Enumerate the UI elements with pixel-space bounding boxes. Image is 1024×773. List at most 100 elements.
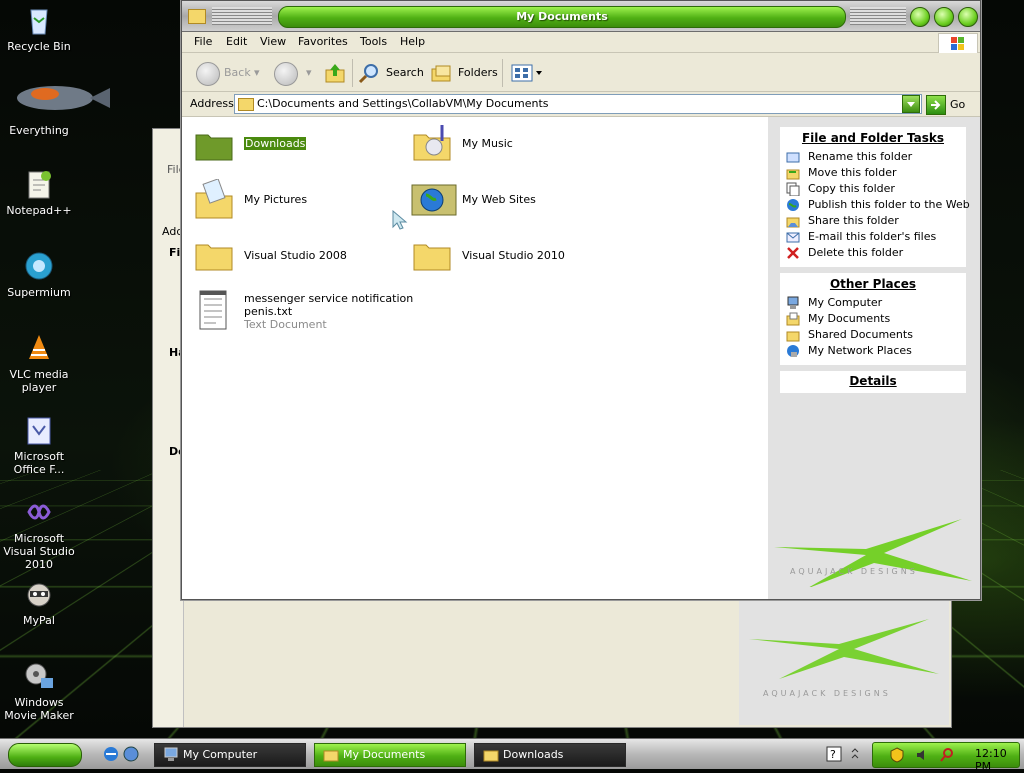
file-item-visual-studio-2008[interactable]: Visual Studio 2008 xyxy=(194,237,394,277)
folder-icon xyxy=(195,244,233,271)
maximize-button[interactable] xyxy=(934,7,954,27)
address-path: C:\Documents and Settings\CollabVM\My Do… xyxy=(257,97,549,110)
rename-icon xyxy=(786,152,800,163)
email-icon xyxy=(786,232,800,243)
clock: 12:10 PM xyxy=(975,747,1007,773)
file-item-visual-studio-2010[interactable]: Visual Studio 2010 xyxy=(412,237,612,277)
start-button[interactable] xyxy=(8,743,82,767)
desktop-icon-notepad-plus-plus[interactable]: Notepad++ xyxy=(0,168,78,217)
desktop-icon-label: Windows Movie Maker xyxy=(4,696,74,722)
go-label: Go xyxy=(950,98,966,111)
file-list: Downloads My Music My Pictures My Web Si… xyxy=(182,117,768,599)
network-globe-icon xyxy=(787,345,799,357)
help-icon[interactable]: ? xyxy=(826,746,842,762)
vlc-cone-icon xyxy=(23,332,55,364)
forward-arrow-icon xyxy=(274,62,298,86)
taskbar-button-my-computer[interactable]: My Computer xyxy=(154,743,306,767)
minimize-button[interactable] xyxy=(910,7,930,27)
desktop-icon-office[interactable]: Microsoft Office F... xyxy=(0,414,78,476)
file-item-my-pictures[interactable]: My Pictures xyxy=(194,179,394,223)
file-folder-tasks-title[interactable]: File and Folder Tasks xyxy=(780,131,966,145)
file-item-label: My Music xyxy=(462,137,513,150)
file-item-messenger-text[interactable]: messenger service notification penis.txt… xyxy=(194,289,414,337)
file-item-my-music[interactable]: My Music xyxy=(412,123,612,167)
search-tray-icon[interactable] xyxy=(939,747,955,763)
back-button[interactable]: Back xyxy=(196,62,258,86)
desktop-icon-vlc[interactable]: VLC media player xyxy=(0,332,78,394)
search-icon xyxy=(358,64,378,84)
background-window-task-pane: AQUAJACK DESIGNS xyxy=(739,599,949,725)
file-item-my-web-sites[interactable]: My Web Sites xyxy=(410,179,610,223)
address-field[interactable]: C:\Documents and Settings\CollabVM\My Do… xyxy=(234,94,922,114)
menu-tools[interactable]: Tools xyxy=(360,35,387,48)
internet-explorer-icon[interactable] xyxy=(102,745,120,763)
task-label: E-mail this folder's files xyxy=(808,230,937,243)
menu-favorites[interactable]: Favorites xyxy=(298,35,348,48)
task-label: Rename this folder xyxy=(808,150,913,163)
other-places-panel: Other Places My Computer My Documents Sh… xyxy=(780,273,966,365)
address-bar: Address C:\Documents and Settings\Collab… xyxy=(182,92,980,117)
desktop-icon-movie-maker[interactable]: Windows Movie Maker xyxy=(0,660,78,722)
folder-icon xyxy=(195,134,233,161)
address-dropdown-button[interactable] xyxy=(902,95,920,113)
desktop-icon-label: Microsoft Office F... xyxy=(13,450,65,476)
desktop-icon-visual-studio[interactable]: Microsoft Visual Studio 2010 xyxy=(0,496,78,571)
back-dropdown[interactable]: ▾ xyxy=(254,62,264,84)
notepad-plus-plus-icon xyxy=(23,168,55,200)
place-label: Shared Documents xyxy=(808,328,913,341)
speaker-icon[interactable] xyxy=(915,747,931,763)
file-item-label: Visual Studio 2008 xyxy=(244,249,347,262)
place-label: My Network Places xyxy=(808,344,912,357)
toolbar: Back ▾ ▾ Search Folders xyxy=(182,53,980,92)
task-label: Publish this folder to the Web xyxy=(808,198,970,211)
place-label: My Documents xyxy=(808,312,891,325)
address-label: Address xyxy=(190,97,234,110)
views-button[interactable] xyxy=(510,62,544,84)
window-title: My Documents xyxy=(516,10,608,23)
forward-dropdown[interactable]: ▾ xyxy=(306,62,316,84)
back-label: Back xyxy=(224,66,251,79)
file-item-label-line1: messenger service notification xyxy=(244,292,414,305)
search-button[interactable]: Search xyxy=(358,62,424,84)
visual-studio-infinity-icon xyxy=(23,496,55,528)
close-button[interactable] xyxy=(958,7,978,27)
music-folder-icon xyxy=(413,125,451,161)
explorer-window-my-documents[interactable]: My Documents File Edit View Favorites To… xyxy=(181,0,981,600)
desktop-icon-recycle-bin[interactable]: Recycle Bin xyxy=(0,4,78,53)
share-icon xyxy=(786,217,800,228)
file-item-label-line2: penis.txt xyxy=(244,305,293,318)
movie-maker-reel-icon xyxy=(23,660,55,692)
quick-launch-icon[interactable] xyxy=(122,745,140,763)
chevron-up-icon[interactable] xyxy=(850,746,860,762)
details-title[interactable]: Details xyxy=(780,374,966,388)
taskbar-button-my-documents[interactable]: My Documents xyxy=(314,743,466,767)
up-folder-button[interactable] xyxy=(324,62,348,84)
menu-edit[interactable]: Edit xyxy=(226,35,247,48)
recycle-bin-icon xyxy=(23,4,55,36)
desktop-icon-everything[interactable]: Everything xyxy=(0,86,110,137)
taskbar-button-label: My Computer xyxy=(183,748,258,761)
desktop-icon-label: Recycle Bin xyxy=(7,40,71,53)
mouse-cursor-icon xyxy=(392,210,408,230)
folder-icon xyxy=(238,98,254,111)
desktop-icon-supermium[interactable]: Supermium xyxy=(0,250,78,299)
menu-help[interactable]: Help xyxy=(400,35,425,48)
documents-folder-icon xyxy=(786,312,800,326)
title-bar[interactable]: My Documents xyxy=(182,1,980,32)
desktop-icon-label: VLC media player xyxy=(9,368,69,394)
other-places-title[interactable]: Other Places xyxy=(780,277,966,291)
menu-view[interactable]: View xyxy=(260,35,286,48)
menu-file[interactable]: File xyxy=(194,35,212,48)
taskbar-button-downloads[interactable]: Downloads xyxy=(474,743,626,767)
folders-button[interactable]: Folders xyxy=(430,62,498,84)
file-item-downloads[interactable]: Downloads xyxy=(194,127,394,167)
folder-icon xyxy=(323,750,339,762)
pictures-folder-icon xyxy=(195,179,233,219)
supermium-icon xyxy=(23,250,55,282)
desktop-icon-label: Supermium xyxy=(7,286,71,299)
taskbar-button-label: My Documents xyxy=(343,748,426,761)
task-label: Copy this folder xyxy=(808,182,895,195)
security-shield-icon[interactable] xyxy=(889,747,905,763)
forward-button[interactable] xyxy=(274,62,300,86)
desktop-icon-mypal[interactable]: MyPal xyxy=(0,578,78,627)
